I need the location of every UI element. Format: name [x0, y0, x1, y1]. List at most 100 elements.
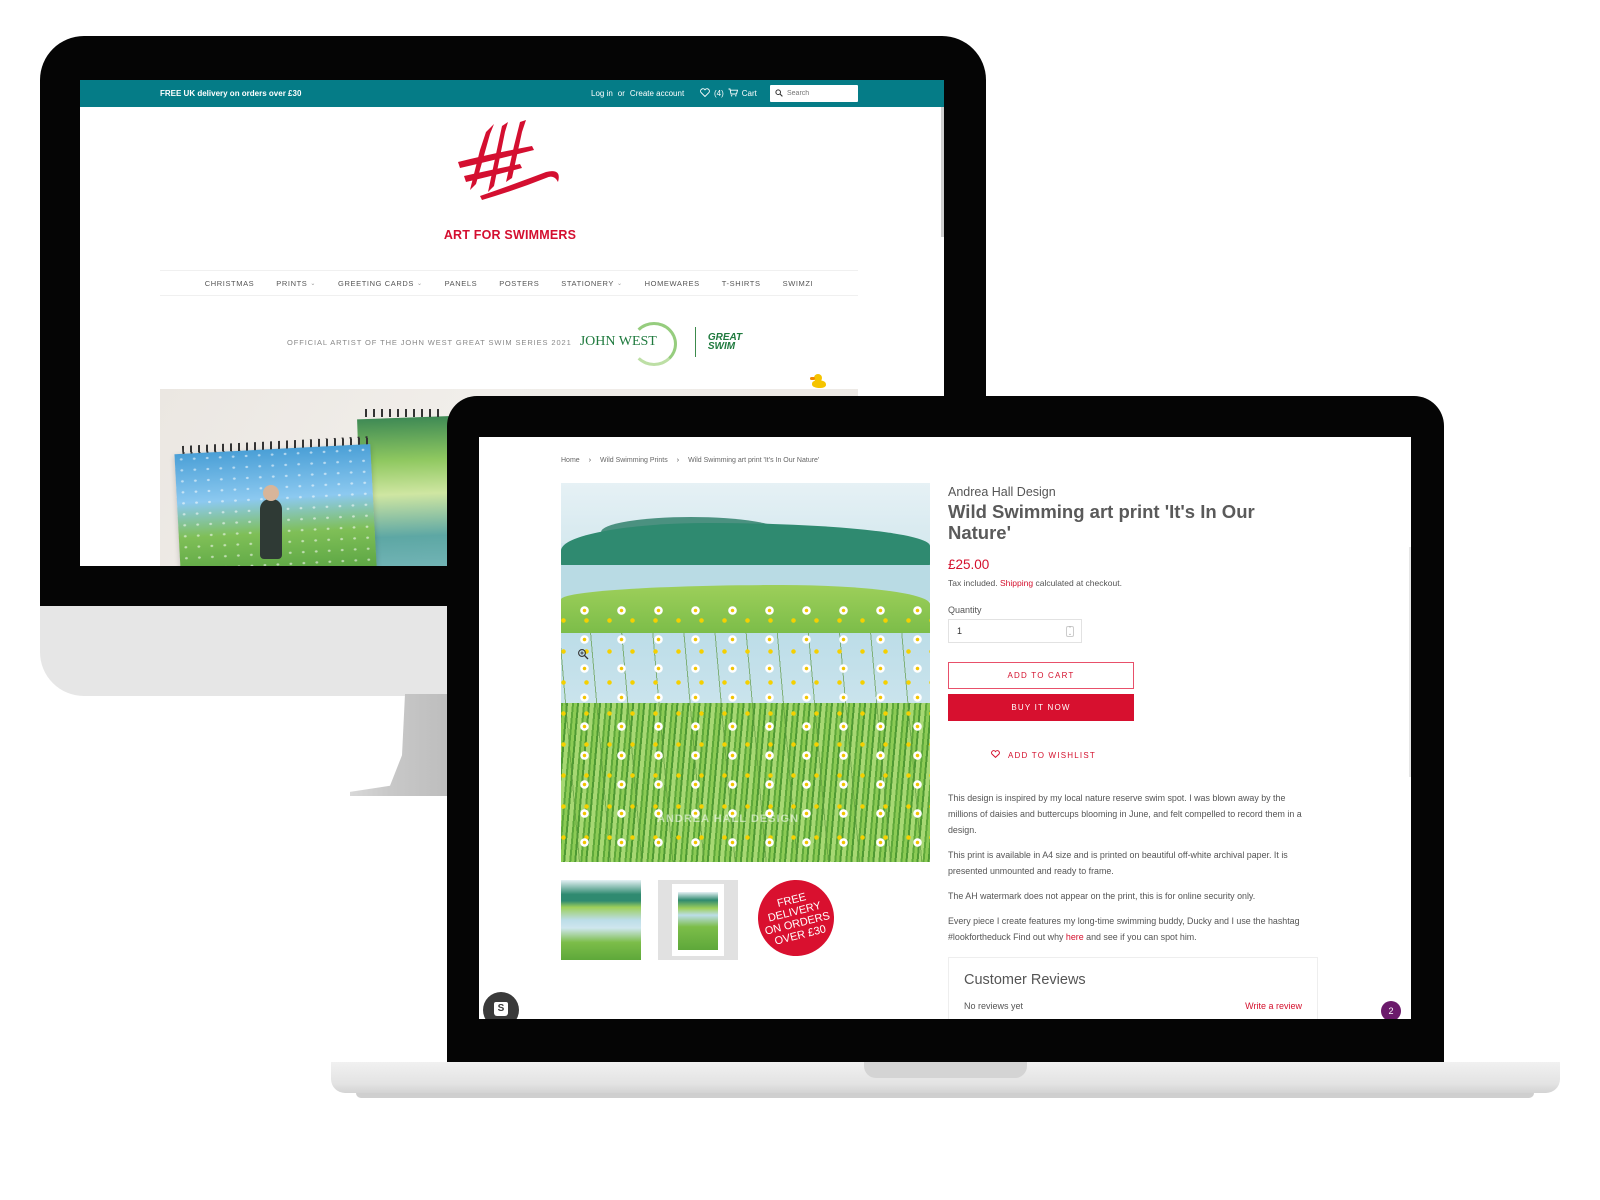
product-main-image[interactable]: ANDREA HALL DESIGN [561, 483, 930, 862]
wishlist-count[interactable]: (4) [714, 89, 724, 98]
here-link[interactable]: here [1066, 932, 1084, 942]
search-input[interactable] [787, 90, 853, 97]
add-to-wishlist-button[interactable]: ADD TO WISHLIST [991, 750, 1318, 760]
add-to-cart-button[interactable]: ADD TO CART [948, 662, 1134, 689]
nav-item-posters[interactable]: POSTERS [499, 279, 539, 288]
thumbnail-landscape[interactable] [561, 880, 641, 960]
write-review-link[interactable]: Write a review [1245, 1001, 1302, 1011]
tax-prefix: Tax included. [948, 578, 998, 588]
shopify-bag-icon[interactable]: S [483, 992, 519, 1019]
nav-item-swimzi[interactable]: SWIMZI [783, 279, 814, 288]
description-paragraph: This print is available in A4 size and i… [948, 850, 1288, 876]
zoom-icon[interactable] [577, 647, 589, 660]
brand-name[interactable]: ART FOR SWIMMERS [380, 228, 640, 242]
notification-badge[interactable]: 2 [1381, 1001, 1401, 1019]
cart-icon[interactable] [728, 88, 738, 99]
header-icons: (4) Cart [700, 88, 757, 99]
description-paragraph: The AH watermark does not appear on the … [948, 891, 1256, 901]
nav-label: PANELS [444, 278, 478, 288]
laptop-scrollbar[interactable] [1409, 547, 1411, 777]
product-info: Andrea Hall Design Wild Swimming art pri… [948, 483, 1318, 954]
laptop-notch [864, 1062, 1027, 1078]
product-price: £25.00 [948, 557, 990, 572]
login-link[interactable]: Log in [591, 89, 613, 98]
ah-brush-logo-icon[interactable] [450, 120, 570, 200]
shopify-bag-glyph: S [494, 1002, 508, 1016]
product-vendor: Andrea Hall Design [948, 485, 1056, 499]
nav-label: STATIONERY [561, 278, 614, 288]
chevron-down-icon: ⌄ [416, 280, 423, 287]
partner-banner[interactable]: OFFICIAL ARTIST OF THE JOHN WEST GREAT S… [287, 320, 747, 366]
image-trees [561, 523, 930, 569]
shipping-link[interactable]: Shipping [1000, 578, 1033, 588]
description-paragraph: Every piece I create features my long-ti… [948, 913, 1310, 945]
announcement-bar: FREE UK delivery on orders over £30 Log … [80, 80, 944, 237]
breadcrumb-home[interactable]: Home [561, 457, 580, 464]
customer-reviews: Customer Reviews No reviews yet Write a … [948, 957, 1318, 1019]
nav-item-prints[interactable]: PRINTS ⌄ [276, 279, 316, 288]
image-watermark: ANDREA HALL DESIGN [657, 813, 800, 825]
breadcrumb-separator: › [676, 457, 680, 464]
create-account-link[interactable]: Create account [630, 89, 684, 98]
quantity-field[interactable]: ⌃⌄ [948, 619, 1082, 643]
rubber-duck-icon [810, 374, 826, 388]
free-delivery-badge[interactable]: FREE DELIVERY ON ORDERS OVER £30 [749, 871, 843, 965]
laptop-screen: Home › Wild Swimming Prints › Wild Swimm… [479, 437, 1411, 1019]
great-swim-logo: GREAT SWIM [707, 333, 742, 352]
laptop-base-shadow [356, 1093, 1534, 1098]
nav-item-panels[interactable]: PANELS [445, 279, 478, 288]
quantity-label: Quantity [948, 605, 982, 615]
partner-divider [694, 327, 696, 357]
description-paragraph: This design is inspired by my local natu… [948, 793, 1302, 835]
nav-label: T-SHIRTS [721, 278, 761, 288]
breadcrumb: Home › Wild Swimming Prints › Wild Swimm… [561, 457, 819, 464]
product-description: This design is inspired by my local natu… [948, 790, 1310, 945]
nav-item-stationery[interactable]: STATIONERY ⌄ [561, 279, 622, 288]
nav-label: SWIMZI [782, 278, 814, 288]
description-text: and see if you can spot him. [1083, 932, 1197, 942]
quantity-stepper[interactable]: ⌃ ⌄ [1066, 626, 1074, 637]
desktop-scrollbar[interactable] [941, 107, 944, 237]
product-thumbnails: FREE DELIVERY ON ORDERS OVER £30 [561, 871, 843, 965]
nav-label: HOMEWARES [644, 278, 700, 288]
reviews-title: Customer Reviews [964, 972, 1086, 988]
account-links: Log in or Create account [591, 89, 684, 98]
search-box[interactable] [770, 85, 858, 102]
nav-item-greeting-cards[interactable]: GREETING CARDS ⌄ [338, 279, 423, 288]
heart-icon [991, 750, 1000, 760]
john-west-logo: JOHN WEST [578, 322, 677, 366]
breadcrumb-current: Wild Swimming art print 'It's In Our Nat… [688, 457, 820, 464]
nav-item-t-shirts[interactable]: T-SHIRTS [722, 279, 761, 288]
buy-it-now-button[interactable]: BUY IT NOW [948, 694, 1134, 721]
breadcrumb-separator: › [588, 457, 592, 464]
desktop-monitor-stand [350, 694, 450, 796]
tax-note: Tax included. Shipping calculated at che… [948, 578, 1318, 588]
main-navigation: CHRISTMAS PRINTS ⌄ GREETING CARDS ⌄ PANELS… [160, 270, 858, 296]
free-delivery-promo: FREE UK delivery on orders over £30 [160, 89, 302, 98]
wishlist-label: ADD TO WISHLIST [1008, 750, 1096, 760]
chevron-down-icon: ⌄ [310, 280, 317, 287]
nav-label: PRINTS [276, 278, 308, 288]
nav-label: CHRISTMAS [204, 278, 255, 288]
thumbnail-framed-print[interactable] [658, 880, 738, 960]
nav-item-homewares[interactable]: HOMEWARES [645, 279, 700, 288]
nav-label: GREETING CARDS [338, 278, 414, 288]
thumbnail-art [678, 892, 718, 950]
breadcrumb-collection[interactable]: Wild Swimming Prints [600, 457, 668, 464]
or-text: or [617, 89, 625, 98]
swimmer-head [263, 485, 279, 501]
search-icon [775, 88, 783, 99]
chevron-down-icon: ⌄ [616, 280, 623, 287]
reviews-empty: No reviews yet [964, 1001, 1024, 1011]
great-swim-line2: SWIM [707, 341, 736, 352]
calendar-rings [365, 409, 445, 417]
quantity-input[interactable] [957, 626, 1057, 636]
partner-text: OFFICIAL ARTIST OF THE JOHN WEST GREAT S… [287, 337, 572, 347]
nav-item-christmas[interactable]: CHRISTMAS [205, 279, 255, 288]
nav-label: POSTERS [499, 278, 540, 288]
swimmer-figure [260, 499, 282, 559]
cart-link[interactable]: Cart [742, 89, 757, 98]
tax-suffix: calculated at checkout. [1035, 578, 1122, 588]
product-title: Wild Swimming art print 'It's In Our Nat… [948, 501, 1255, 543]
wishlist-icon[interactable] [700, 88, 710, 99]
